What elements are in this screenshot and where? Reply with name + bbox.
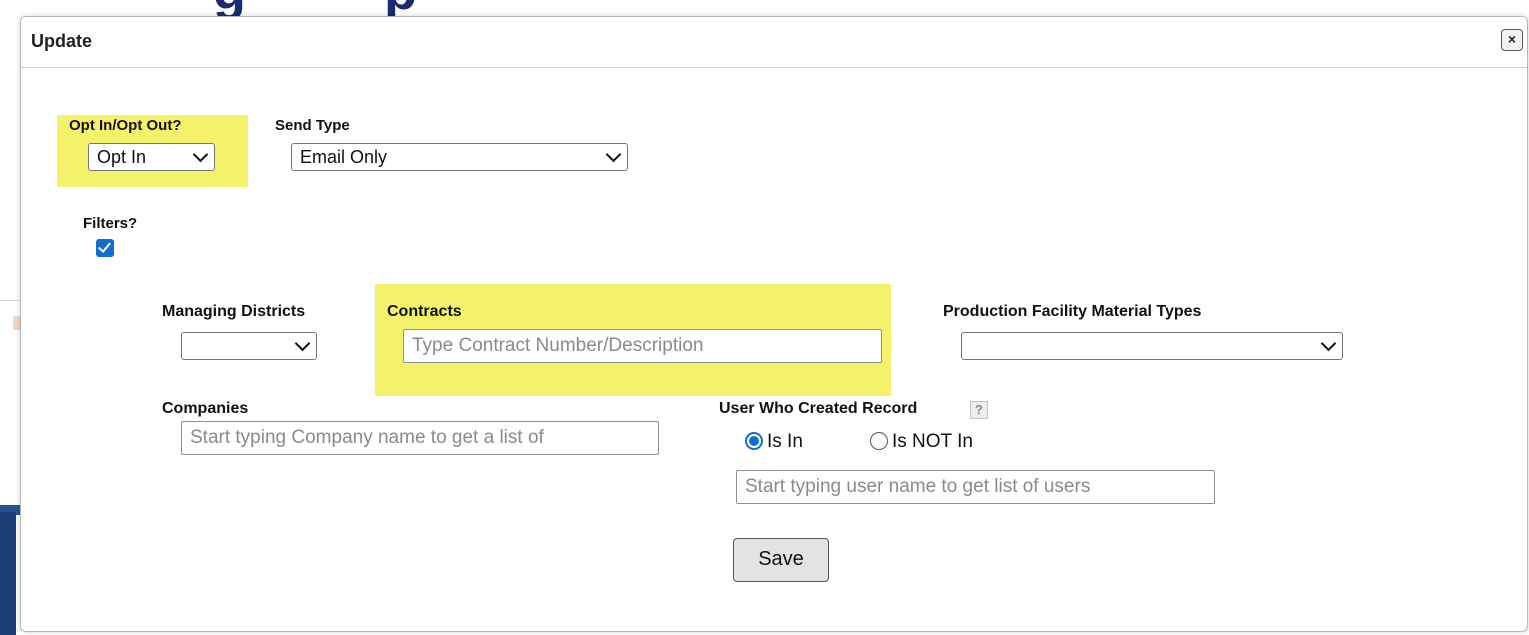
background-marker	[13, 316, 20, 330]
created-by-label: User Who Created Record	[719, 400, 918, 417]
background-heading-fragment: p	[384, 0, 417, 16]
chevron-down-icon	[1320, 335, 1337, 352]
radio-is-not-in-label: Is NOT In	[892, 431, 973, 452]
background-panel	[0, 512, 16, 635]
update-dialog: Update × Opt In/Opt Out? Opt In Send Typ…	[20, 16, 1528, 632]
filters-checkbox[interactable]	[96, 239, 114, 257]
dialog-titlebar: Update ×	[21, 17, 1527, 68]
help-glyph: ?	[975, 402, 983, 417]
companies-label: Companies	[162, 400, 249, 417]
managing-districts-select[interactable]	[181, 332, 317, 360]
save-button-label: Save	[758, 548, 804, 570]
background-heading-fragment: g	[213, 0, 246, 16]
contracts-placeholder: Type Contract Number/Description	[412, 335, 704, 356]
chevron-down-icon	[605, 146, 622, 163]
filters-label: Filters?	[83, 215, 138, 232]
radio-is-not-in[interactable]	[870, 432, 888, 450]
user-search-input[interactable]: Start typing user name to get list of us…	[736, 470, 1215, 504]
background-heading: g p	[0, 0, 1529, 16]
help-icon[interactable]: ?	[970, 401, 988, 419]
send-type-label: Send Type	[275, 117, 350, 134]
close-icon: ×	[1507, 31, 1517, 47]
chevron-down-icon	[192, 146, 209, 163]
close-button[interactable]: ×	[1501, 29, 1523, 51]
opt-select[interactable]: Opt In	[88, 143, 215, 171]
production-facility-label: Production Facility Material Types	[943, 303, 1202, 320]
send-type-select[interactable]: Email Only	[291, 143, 628, 171]
opt-label: Opt In/Opt Out?	[69, 117, 182, 134]
production-facility-select[interactable]	[961, 332, 1343, 360]
save-button[interactable]: Save	[733, 538, 829, 582]
send-type-select-value: Email Only	[300, 147, 388, 167]
radio-is-in-label: Is In	[767, 431, 803, 452]
background-divider	[0, 300, 22, 301]
user-search-placeholder: Start typing user name to get list of us…	[745, 476, 1091, 497]
opt-select-value: Opt In	[97, 147, 147, 167]
companies-placeholder: Start typing Company name to get a list …	[190, 427, 544, 448]
dialog-title: Update	[31, 31, 93, 51]
companies-search-input[interactable]: Start typing Company name to get a list …	[181, 421, 659, 455]
chevron-down-icon	[294, 335, 311, 352]
contracts-label: Contracts	[387, 303, 462, 320]
radio-is-in[interactable]	[745, 432, 763, 450]
managing-districts-label: Managing Districts	[162, 303, 306, 320]
contracts-search-input[interactable]: Type Contract Number/Description	[403, 329, 882, 363]
